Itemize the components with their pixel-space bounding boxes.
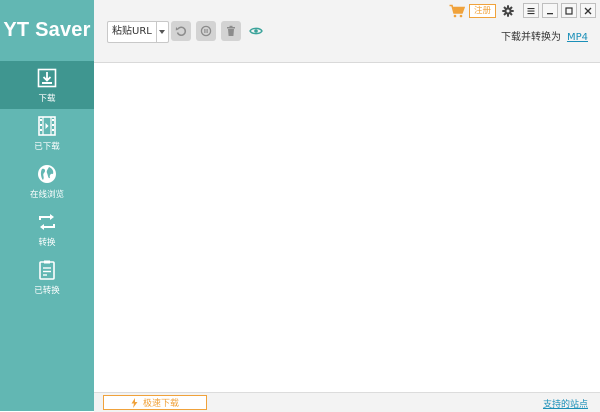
cart-icon[interactable] [449,4,465,18]
window-controls: 注册 [449,3,596,18]
refresh-button[interactable] [171,21,191,41]
supported-sites-link[interactable]: 支持的站点 [543,397,588,410]
delete-button[interactable] [221,21,241,41]
trash-icon [227,25,235,36]
download-convert-setting: 下载并转换为 MP4 [501,28,588,43]
bottom-bar: 极速下载 支持的站点 [94,392,600,412]
globe-icon [36,163,58,185]
maximize-icon [565,6,573,15]
refresh-icon [175,26,187,36]
sidebar: YT Saver 下载 已下载 在线浏览 转换 已转换 [0,0,94,411]
sidebar-item-converted[interactable]: 已转换 [0,253,94,301]
turbo-download-label: 极速下载 [142,399,179,409]
paste-url-button[interactable]: 粘贴URL [108,22,156,42]
paste-url-group: 粘贴URL [107,21,169,43]
film-icon [36,115,58,137]
gear-icon[interactable] [502,4,514,17]
download-list-area [94,63,600,392]
sidebar-item-label: 转换 [38,237,56,248]
sidebar-item-label: 已下载 [34,141,60,152]
download-icon [36,67,58,89]
sidebar-item-download[interactable]: 下载 [0,61,94,109]
menu-button[interactable] [523,3,539,18]
paste-url-dropdown[interactable] [155,22,168,42]
pause-button[interactable] [196,21,216,41]
sidebar-item-downloaded[interactable]: 已下载 [0,109,94,157]
sidebar-item-browse-online[interactable]: 在线浏览 [0,157,94,205]
eye-icon [249,27,263,35]
sidebar-item-convert[interactable]: 转换 [0,205,94,253]
converted-doc-icon [36,259,58,281]
preview-button[interactable] [246,21,266,41]
close-icon [584,7,592,14]
sidebar-item-label: 下载 [38,93,56,104]
convert-icon [36,211,58,233]
sidebar-item-label: 已转换 [34,285,60,296]
app-logo: YT Saver [3,19,91,41]
maximize-button[interactable] [561,3,577,18]
sidebar-item-label: 在线浏览 [29,189,64,200]
lightning-icon [131,397,138,408]
pause-icon [200,25,212,37]
convert-label: 下载并转换为 [500,32,561,43]
turbo-download-button[interactable]: 极速下载 [103,395,207,410]
menu-icon [527,7,535,14]
minimize-button[interactable] [542,3,558,18]
register-button[interactable]: 注册 [468,3,496,18]
close-button[interactable] [580,3,596,18]
convert-format-link[interactable]: MP4 [567,32,588,43]
top-toolbar: 粘贴URL 注册 下载并转换为 MP4 [94,0,600,63]
minimize-icon [547,12,553,14]
